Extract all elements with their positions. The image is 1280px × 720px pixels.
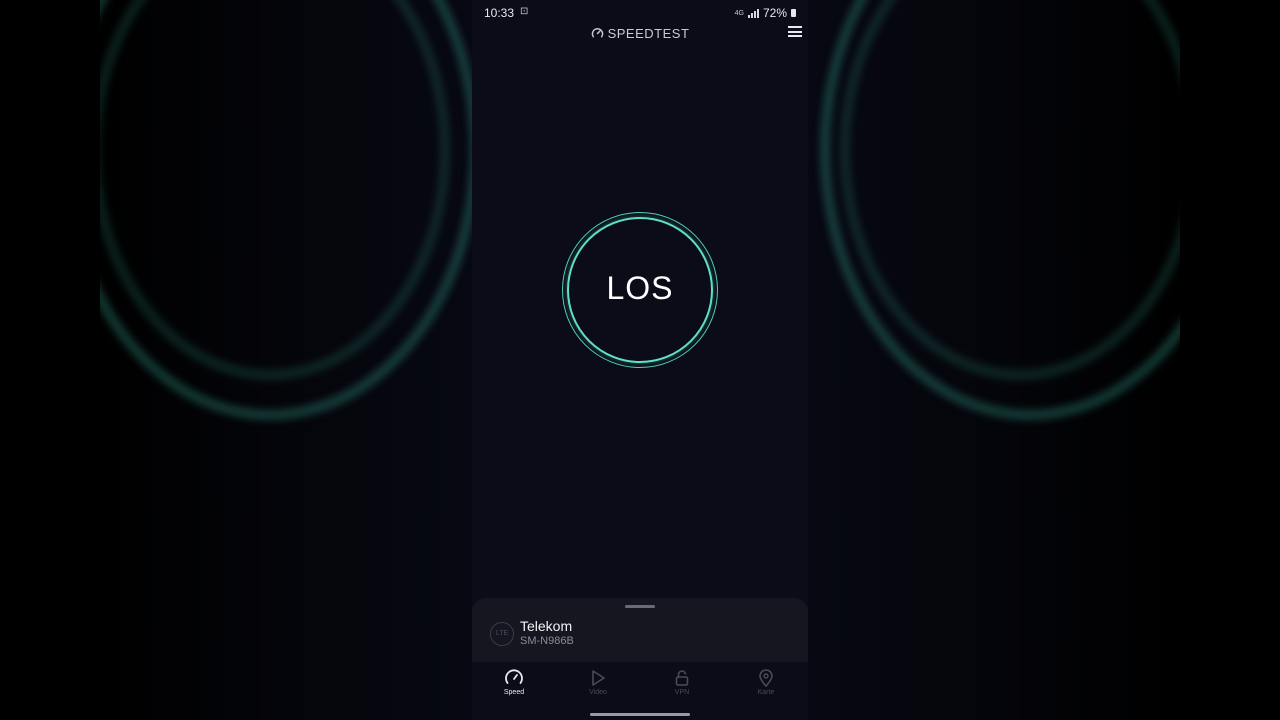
phone-screen: 10:33 ⊡ 4G 72% SPEEDTEST LOS LTE Telekom… xyxy=(472,0,808,720)
brand-label: SPEEDTEST xyxy=(607,26,690,41)
blurred-background-right xyxy=(808,0,1180,720)
start-test-button[interactable]: LOS xyxy=(562,212,718,368)
tab-vpn[interactable]: VPN xyxy=(652,668,712,704)
network-type: 4G xyxy=(734,9,744,17)
tab-map[interactable]: Karte xyxy=(736,668,796,704)
video-frame: 10:33 ⊡ 4G 72% SPEEDTEST LOS LTE Telekom… xyxy=(0,0,1280,720)
start-test-label: LOS xyxy=(606,270,674,306)
speedtest-logo-icon xyxy=(591,27,603,38)
status-time: 10:33 xyxy=(484,6,515,20)
battery-level: 72% xyxy=(762,6,787,20)
tab-vpn-label: VPN xyxy=(674,689,690,696)
tab-map-label: Karte xyxy=(757,689,775,696)
lte-badge-icon: LTE xyxy=(490,622,514,646)
tab-video[interactable]: Video xyxy=(568,668,628,704)
tab-video-label: Video xyxy=(589,689,607,696)
tab-speed-label: Speed xyxy=(503,689,525,696)
signal-icon xyxy=(747,8,759,18)
device-name: SM-N986B xyxy=(520,635,574,647)
connection-sheet[interactable]: LTE Telekom SM-N986B xyxy=(472,598,808,662)
play-icon xyxy=(592,670,605,686)
tab-speed[interactable]: Speed xyxy=(484,668,544,704)
sheet-drag-handle[interactable] xyxy=(625,605,655,608)
provider-name: Telekom xyxy=(520,618,573,634)
battery-icon xyxy=(791,9,796,17)
hamburger-menu-icon[interactable] xyxy=(788,26,802,40)
lock-icon xyxy=(675,670,689,686)
app-header: SPEEDTEST xyxy=(472,24,808,46)
brand-title: SPEEDTEST xyxy=(472,26,808,41)
status-bar: 10:33 ⊡ 4G 72% xyxy=(472,0,808,26)
blurred-background-left xyxy=(100,0,472,720)
home-indicator[interactable] xyxy=(590,713,690,716)
screen-record-icon: ⊡ xyxy=(520,6,529,17)
bottom-tab-bar: Speed Video VPN Karte xyxy=(472,662,808,720)
speedometer-icon xyxy=(505,669,523,684)
map-pin-icon xyxy=(759,669,773,688)
status-indicators: 4G 72% xyxy=(735,6,796,20)
